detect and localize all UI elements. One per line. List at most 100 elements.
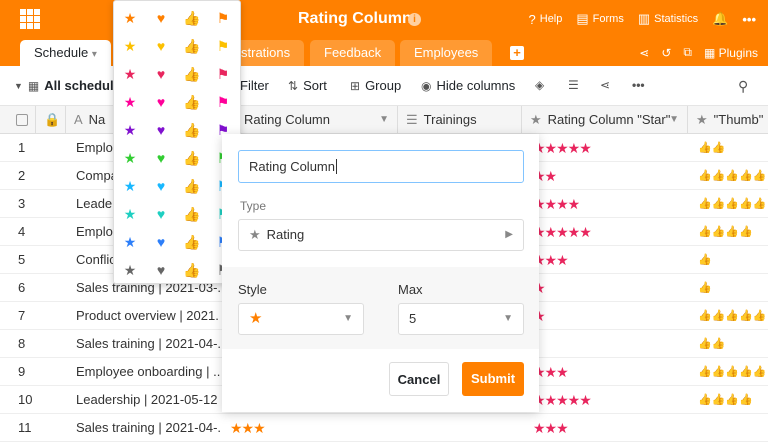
- column-rating[interactable]: Rating Column ▼: [236, 106, 398, 134]
- heart-icon[interactable]: ♥: [151, 262, 171, 278]
- thumb-rating-cell[interactable]: 👍👍👍👍: [698, 386, 753, 414]
- thumbs-up-icon[interactable]: 👍: [182, 178, 202, 195]
- statistics-button[interactable]: ▥ Statistics: [638, 11, 698, 27]
- code-icon[interactable]: ⧉: [683, 45, 692, 60]
- thumbs-up-icon[interactable]: 👍: [182, 94, 202, 111]
- heart-icon[interactable]: ♥: [151, 122, 171, 138]
- column-thumb[interactable]: ★ "Thumb": [688, 106, 768, 134]
- flag-icon[interactable]: ⚑: [213, 10, 233, 27]
- name-cell[interactable]: Employee onboarding | ...: [76, 358, 220, 386]
- select-all-checkbox[interactable]: [0, 106, 36, 134]
- share-icon[interactable]: ⋖: [639, 46, 649, 60]
- style-select[interactable]: ★ ▼: [238, 303, 364, 335]
- star-icon[interactable]: ★: [120, 122, 140, 139]
- thumbs-up-icon[interactable]: 👍: [182, 38, 202, 55]
- star-icon[interactable]: ★: [120, 234, 140, 251]
- thumbs-up-icon[interactable]: 👍: [182, 150, 202, 167]
- sort-icon: ⇅: [288, 78, 299, 93]
- thumbs-up-icon[interactable]: 👍: [182, 206, 202, 223]
- rating-star-cell[interactable]: ★★★★★: [533, 218, 591, 246]
- view-selector[interactable]: ▼ ▦ All schedule: [14, 78, 121, 93]
- tab-employees[interactable]: Employees: [400, 40, 493, 66]
- info-icon[interactable]: i: [408, 13, 421, 26]
- star-icon[interactable]: ★: [120, 178, 140, 195]
- picker-row: ★ ♥ 👍 ⚑: [114, 89, 242, 117]
- heart-icon[interactable]: ♥: [151, 38, 171, 54]
- thumb-rating-cell[interactable]: 👍👍👍👍👍: [698, 190, 766, 218]
- thumb-rating-cell[interactable]: 👍👍👍👍👍: [698, 162, 766, 190]
- heart-icon[interactable]: ♥: [151, 150, 171, 166]
- thumb-rating-cell[interactable]: 👍👍: [698, 330, 725, 358]
- thumb-rating-cell[interactable]: 👍👍👍👍👍: [698, 358, 766, 386]
- star-type-icon: ★: [530, 112, 542, 127]
- flag-icon[interactable]: ⚑: [213, 38, 233, 55]
- name-cell[interactable]: Sales training | 2021-04-...: [76, 414, 220, 442]
- plugins-button[interactable]: ▦ Plugins: [704, 46, 758, 60]
- heart-icon[interactable]: ♥: [151, 178, 171, 194]
- column-name-input[interactable]: Rating Column: [238, 150, 524, 183]
- hide-columns-button[interactable]: ◉ Hide columns: [421, 78, 515, 93]
- thumb-rating-cell[interactable]: 👍👍👍👍: [698, 218, 753, 246]
- star-icon[interactable]: ★: [120, 38, 140, 55]
- thumbs-up-icon[interactable]: 👍: [182, 10, 202, 27]
- tab-feedback[interactable]: Feedback: [310, 40, 396, 66]
- thumb-rating-cell[interactable]: 👍👍👍👍👍: [698, 302, 766, 330]
- help-button[interactable]: ? Help: [529, 12, 563, 27]
- tab-schedule[interactable]: Schedule ▾: [20, 40, 111, 66]
- bell-icon[interactable]: 🔔: [712, 11, 728, 27]
- star-icon[interactable]: ★: [120, 262, 140, 279]
- thumb-rating-cell[interactable]: 👍: [698, 246, 712, 274]
- sort-button[interactable]: ⇅ Sort: [288, 78, 327, 93]
- heart-icon[interactable]: ♥: [151, 206, 171, 222]
- add-table-button[interactable]: +: [510, 46, 524, 60]
- rating-star-cell[interactable]: ★★★★★: [533, 134, 591, 162]
- search-icon[interactable]: ⚲: [738, 78, 748, 95]
- thumb-rating-cell[interactable]: 👍👍: [698, 134, 725, 162]
- table-row[interactable]: 11 Sales training | 2021-04-... ★★★: [0, 414, 768, 442]
- name-cell[interactable]: Product overview | 2021...: [76, 302, 220, 330]
- lock-icon: 🔒: [36, 106, 66, 134]
- name-cell[interactable]: Sales training | 2021-04-...: [76, 330, 220, 358]
- star-icon[interactable]: ★: [120, 206, 140, 223]
- heart-icon[interactable]: ♥: [151, 66, 171, 82]
- forms-button[interactable]: ▤ Forms: [576, 11, 623, 27]
- rating-star-cell[interactable]: ★★★: [533, 414, 568, 442]
- submit-button[interactable]: Submit: [462, 362, 524, 396]
- column-rating-star[interactable]: ★ Rating Column "Star" ▼: [522, 106, 688, 134]
- rating-star-cell[interactable]: ★★★★★: [533, 386, 591, 414]
- heart-icon[interactable]: ♥: [151, 94, 171, 110]
- chevron-down-icon[interactable]: ▼: [379, 106, 389, 134]
- thumb-rating-cell[interactable]: 👍: [698, 274, 712, 302]
- chevron-down-icon[interactable]: ▼: [669, 106, 679, 134]
- tab-demonstrations[interactable]: strations: [236, 40, 305, 66]
- thumbs-up-icon[interactable]: 👍: [182, 234, 202, 251]
- thumbs-up-icon[interactable]: 👍: [182, 122, 202, 139]
- paint-icon[interactable]: ◈: [535, 78, 544, 92]
- group-button[interactable]: ⊞ Group: [350, 78, 401, 93]
- heart-icon[interactable]: ♥: [151, 10, 171, 26]
- chevron-down-icon: ▾: [91, 49, 97, 60]
- filter-button[interactable]: Filter: [240, 78, 269, 93]
- row-height-icon[interactable]: ☰: [568, 78, 579, 92]
- flag-icon[interactable]: ⚑: [213, 94, 233, 111]
- name-cell[interactable]: Leadership | 2021-05-12: [76, 386, 220, 414]
- share-view-icon[interactable]: ⋖: [600, 78, 610, 92]
- more-icon[interactable]: •••: [742, 12, 756, 27]
- flag-icon[interactable]: ⚑: [213, 66, 233, 83]
- thumbs-up-icon[interactable]: 👍: [182, 66, 202, 83]
- cancel-button[interactable]: Cancel: [389, 362, 449, 396]
- column-trainings[interactable]: ☰ Trainings: [398, 106, 522, 134]
- star-icon[interactable]: ★: [120, 66, 140, 83]
- type-select[interactable]: ★ Rating ▶: [238, 219, 524, 251]
- apps-grid-icon[interactable]: [20, 9, 40, 29]
- history-icon[interactable]: ↺: [661, 46, 671, 60]
- thumbs-up-icon[interactable]: 👍: [182, 262, 202, 279]
- max-select[interactable]: 5 ▼: [398, 303, 524, 335]
- rating-star-cell[interactable]: ★★★★: [533, 190, 579, 218]
- star-icon[interactable]: ★: [120, 94, 140, 111]
- rating-cell[interactable]: ★★★: [230, 414, 265, 442]
- star-icon[interactable]: ★: [120, 150, 140, 167]
- heart-icon[interactable]: ♥: [151, 234, 171, 250]
- star-icon[interactable]: ★: [120, 10, 140, 27]
- more-options-icon[interactable]: •••: [632, 78, 645, 92]
